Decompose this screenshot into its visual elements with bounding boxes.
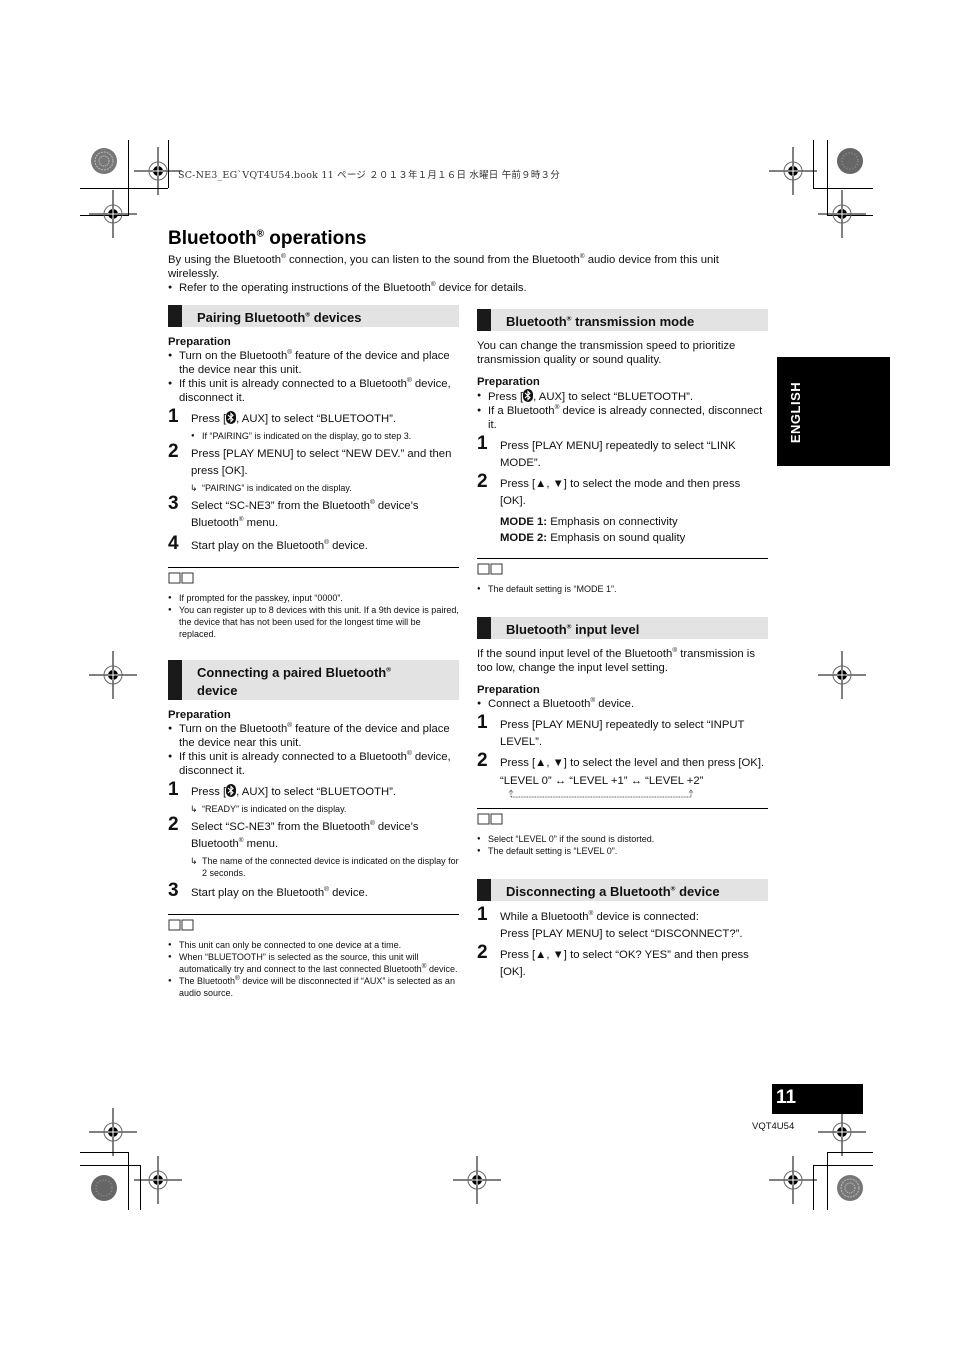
prep-item: Press [, AUX] to select “BLUETOOTH”.	[477, 389, 768, 404]
section-heading-connecting: Connecting a paired Bluetooth® device	[168, 660, 459, 700]
color-target-icon	[836, 1174, 864, 1202]
note-item: This unit can only be connected to one d…	[168, 939, 459, 951]
intro-text: By using the Bluetooth® connection, you …	[168, 253, 719, 280]
mode-1-description: MODE 1: Emphasis on connectivity	[500, 516, 678, 528]
page-title: Bluetooth® operations	[168, 228, 367, 249]
registration-mark-icon	[89, 190, 137, 238]
registration-mark-icon	[89, 1108, 137, 1156]
step-1: 1 Press [, AUX] to select “BLUETOOTH”.	[168, 406, 397, 427]
level-cycle: “LEVEL 0” ↔ “LEVEL +1” ↔ “LEVEL +2”	[477, 774, 768, 802]
step-1: 1 Press [PLAY MENU] repeatedly to select …	[477, 712, 745, 748]
bluetooth-icon	[226, 784, 237, 797]
note-item: When “BLUETOOTH” is selected as the sour…	[168, 951, 459, 975]
crop-line	[80, 1165, 140, 1166]
note-book-icon	[168, 919, 194, 931]
step-1: 1 Press [PLAY MENU] repeatedly to select …	[477, 433, 736, 469]
right-column: Bluetooth® transmission mode You can cha…	[477, 309, 768, 983]
registration-mark-icon	[818, 651, 866, 699]
color-target-icon	[90, 1174, 118, 1202]
step-2: 2 Press [▲, ▼] to select “OK? YES” and th…	[477, 942, 749, 978]
preparation-label: Preparation	[477, 684, 540, 696]
crop-line	[813, 1165, 873, 1166]
step-3: 3 Select “SC-NE3” from the Bluetooth® dev…	[168, 493, 419, 529]
color-target-icon	[90, 147, 118, 175]
prep-item: Turn on the Bluetooth® feature of the de…	[168, 349, 459, 377]
crop-line	[827, 1152, 828, 1210]
registration-mark-icon	[818, 190, 866, 238]
step-result: “PAIRING” is indicated on the display.	[190, 482, 459, 494]
preparation-label: Preparation	[477, 376, 540, 388]
notes-block: The default setting is “MODE 1”.	[477, 558, 768, 595]
prep-item: If this unit is already connected to a B…	[168, 750, 459, 778]
left-column: Pairing Bluetooth® devices Preparation T…	[168, 305, 459, 999]
registration-mark-icon	[818, 1108, 866, 1156]
bluetooth-icon	[523, 389, 534, 402]
step-2: 2 Press [▲, ▼] to select the level and th…	[477, 750, 765, 771]
registration-mark-icon	[134, 147, 182, 195]
note-item: The Bluetooth® device will be disconnect…	[168, 975, 459, 999]
registration-mark-icon	[89, 651, 137, 699]
section-description: If the sound input level of the Bluetoot…	[477, 647, 755, 674]
preparation-label: Preparation	[168, 709, 231, 721]
note-book-icon	[477, 563, 503, 575]
section-description: You can change the transmission speed to…	[477, 340, 736, 366]
prep-item: If a Bluetooth® device is already connec…	[477, 404, 768, 432]
step-2: 2 Select “SC-NE3” from the Bluetooth® dev…	[168, 814, 419, 850]
document-code: VQT4U54	[752, 1121, 795, 1132]
step-note: If “PAIRING” is indicated on the display…	[191, 430, 459, 442]
note-item: If prompted for the passkey, input “0000…	[168, 592, 459, 604]
prep-item: Connect a Bluetooth® device.	[477, 697, 768, 711]
intro: By using the Bluetooth® connection, you …	[168, 253, 768, 295]
step-result: The name of the connected device is indi…	[190, 855, 459, 879]
mode-2-description: MODE 2: Emphasis on sound quality	[500, 532, 686, 544]
note-book-icon	[477, 813, 503, 825]
cycle-arrow-icon	[508, 789, 694, 798]
prep-item: If this unit is already connected to a B…	[168, 377, 459, 405]
step-3: 3 Start play on the Bluetooth® device.	[168, 880, 368, 901]
step-1: 1 While a Bluetooth® device is connected:…	[477, 904, 743, 940]
page-number: 11	[772, 1084, 863, 1114]
notes-block: If prompted for the passkey, input “0000…	[168, 567, 459, 640]
color-target-icon	[836, 147, 864, 175]
section-heading-transmission: Bluetooth® transmission mode	[477, 309, 768, 331]
step-1: 1 Press [, AUX] to select “BLUETOOTH”.	[168, 779, 397, 800]
notes-block: Select “LEVEL 0” if the sound is distort…	[477, 808, 768, 857]
notes-block: This unit can only be connected to one d…	[168, 914, 459, 999]
section-heading-disconnecting: Disconnecting a Bluetooth® device	[477, 879, 768, 901]
crop-line	[128, 1152, 129, 1210]
step-2: 2 Press [PLAY MENU] to select “NEW DEV.” …	[168, 441, 452, 477]
step-4: 4 Start play on the Bluetooth® device.	[168, 533, 368, 554]
note-item: The default setting is “MODE 1”.	[477, 583, 768, 595]
note-item: You can register up to 8 devices with th…	[168, 604, 459, 640]
step-result: “READY” is indicated on the display.	[190, 803, 459, 815]
intro-bullet: Refer to the operating instructions of t…	[168, 281, 768, 295]
registration-mark-icon	[453, 1156, 501, 1204]
registration-mark-icon	[134, 1156, 182, 1204]
book-header-stamp: SC-NE3_EG`VQT4U54.book 11 ページ ２０１３年１月１６日…	[178, 170, 560, 181]
language-tab: ENGLISH	[777, 357, 890, 466]
section-heading-pairing: Pairing Bluetooth® devices	[168, 305, 459, 327]
preparation-label: Preparation	[168, 336, 231, 348]
registration-mark-icon	[769, 147, 817, 195]
prep-item: Turn on the Bluetooth® feature of the de…	[168, 722, 459, 750]
step-2: 2 Press [▲, ▼] to select the mode and the…	[477, 471, 741, 507]
note-item: Select “LEVEL 0” if the sound is distort…	[477, 833, 768, 845]
crop-line	[813, 188, 873, 189]
bluetooth-icon	[226, 411, 237, 424]
note-book-icon	[168, 572, 194, 584]
registration-mark-icon	[769, 1156, 817, 1204]
note-item: The default setting is “LEVEL 0”.	[477, 845, 768, 857]
section-heading-input-level: Bluetooth® input level	[477, 617, 768, 639]
